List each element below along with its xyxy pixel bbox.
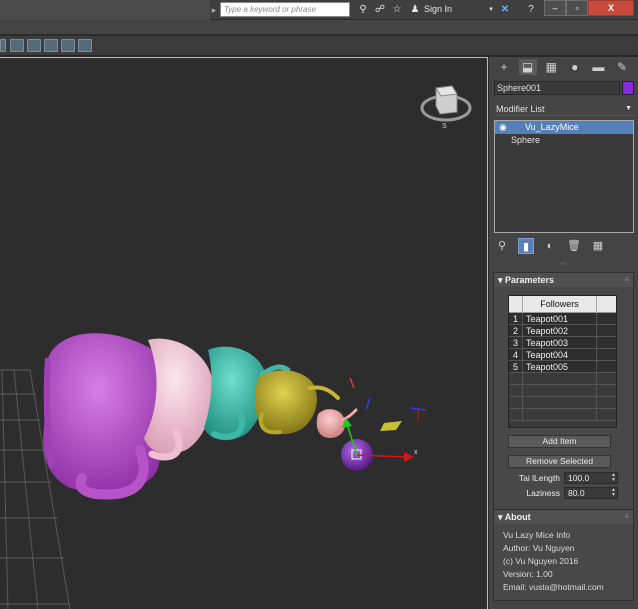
command-panel-tabs: + ⬓ ▦ ● ▬ ✎: [491, 59, 635, 77]
empty-table-row[interactable]: [509, 373, 616, 385]
about-header[interactable]: ▾ About ≡: [494, 510, 633, 524]
secondary-toolbar: [0, 36, 638, 56]
tail-length-spinner[interactable]: 100.0 ▲ ▼: [564, 472, 618, 484]
search-binoculars-icon[interactable]: ⚲: [356, 2, 370, 17]
viewport-scene: S x: [0, 85, 472, 609]
rendered-frame-icon[interactable]: [27, 39, 41, 52]
toolbar-splitter-icon[interactable]: ▸: [210, 2, 218, 18]
signin-dropdown-icon[interactable]: ▾: [484, 2, 498, 17]
help-button[interactable]: ?: [524, 2, 538, 17]
viewcube-south-label: S: [442, 123, 447, 130]
maximize-icon[interactable]: ▫: [566, 0, 588, 16]
about-author: Author: Vu Nguyen: [503, 543, 575, 553]
sign-in-link[interactable]: Sign In: [424, 2, 452, 17]
utilities-icon: ✎: [616, 60, 627, 74]
teapot-purple[interactable]: [43, 333, 167, 500]
spinner-arrows-icon[interactable]: ▲ ▼: [611, 473, 616, 483]
stack-item-label: Vu_LazyMice: [525, 122, 579, 132]
render-setup-icon[interactable]: [10, 39, 24, 52]
motion-tab[interactable]: ●: [566, 59, 584, 75]
exchange-apps-icon[interactable]: ✕: [498, 2, 512, 17]
create-tab[interactable]: +: [495, 59, 513, 75]
toolbar-handle-icon[interactable]: [0, 39, 6, 52]
empty-table-row[interactable]: [509, 385, 616, 397]
add-item-button[interactable]: Add Item: [508, 435, 611, 448]
rollout-collapse-icon: ▾: [498, 275, 506, 285]
table-row[interactable]: 5 Teapot005: [509, 361, 616, 373]
motion-icon: ●: [571, 60, 579, 74]
render-iterative-icon[interactable]: [61, 39, 75, 52]
minimize-icon[interactable]: –: [544, 0, 566, 16]
move-gizmo[interactable]: x: [342, 377, 427, 462]
hierarchy-icon: ▦: [545, 60, 557, 74]
stack-item-sphere[interactable]: Sphere: [495, 134, 633, 147]
title-bar-lead: [0, 0, 210, 20]
chevron-down-icon: ▼: [625, 105, 632, 112]
about-version: Version: 1.00: [503, 569, 553, 579]
spinner-arrows-icon[interactable]: ▲ ▼: [611, 488, 616, 498]
modifier-list-label: Modifier List: [496, 104, 545, 114]
empty-table-row[interactable]: [509, 397, 616, 409]
gizmo-x-label: x: [414, 449, 418, 456]
window-controls: – ▫ X: [544, 0, 638, 16]
about-email: Email: vusta@hotmail.com: [503, 582, 604, 592]
utilities-tab[interactable]: ✎: [613, 59, 631, 75]
display-icon: ▬: [592, 60, 605, 74]
favorites-star-icon[interactable]: ☆: [390, 2, 404, 17]
modifier-stack[interactable]: ◉ Vu_LazyMice Sphere: [494, 120, 634, 233]
render-production-icon[interactable]: [44, 39, 58, 52]
pin-stack-icon[interactable]: ⚲: [494, 238, 510, 254]
about-rollout: ▾ About ≡ Vu Lazy Mice Info Author: Vu N…: [493, 509, 634, 601]
object-color-swatch[interactable]: [622, 81, 634, 95]
rollout-menu-icon[interactable]: ≡: [624, 510, 629, 524]
rollout-menu-icon[interactable]: ≡: [624, 273, 629, 287]
object-name-field[interactable]: Sphere001: [494, 81, 620, 95]
about-title: About: [504, 512, 531, 522]
table-row[interactable]: 3 Teapot003: [509, 337, 616, 349]
render-grid-icon[interactable]: [78, 39, 92, 52]
tail-length-label: Tai lLength: [518, 473, 560, 483]
display-tab[interactable]: ▬: [589, 59, 607, 75]
followers-table[interactable]: Followers 1 Teapot001 2 Teapot002 3 Teap…: [508, 295, 617, 428]
modifier-list-dropdown[interactable]: Modifier List ▼: [494, 102, 634, 116]
communication-center-icon[interactable]: ☍: [373, 2, 387, 17]
table-row[interactable]: 4 Teapot004: [509, 349, 616, 361]
panel-divider: 〰: [559, 261, 567, 268]
make-unique-icon[interactable]: ◐: [542, 238, 558, 254]
eye-icon[interactable]: ◉: [499, 121, 507, 134]
parameters-rollout: ▾ Parameters ≡ Followers 1 Teapot001 2 T…: [493, 272, 634, 510]
help-icon: ?: [528, 4, 534, 15]
main-toolbar: [0, 20, 638, 35]
modify-icon: ⬓: [521, 60, 534, 74]
command-panel: + ⬓ ▦ ● ▬ ✎ Sphere001 Modifier List ▼ ◉ …: [489, 57, 638, 609]
close-window-button[interactable]: X: [588, 0, 634, 16]
followers-header[interactable]: Followers: [523, 296, 597, 312]
perspective-viewport[interactable]: S x: [0, 57, 488, 609]
search-input[interactable]: Type a keyword or phrase: [220, 2, 350, 17]
create-icon: +: [500, 60, 508, 74]
about-copyright: (c) Vu Nguyen 2016: [503, 556, 579, 566]
laziness-spinner[interactable]: 80.0 ▲ ▼: [564, 487, 618, 499]
modify-tab[interactable]: ⬓: [518, 59, 537, 75]
empty-table-row[interactable]: [509, 409, 616, 421]
rollout-collapse-icon: ▾: [498, 512, 505, 522]
parameters-title: Parameters: [505, 275, 555, 285]
show-end-result-icon[interactable]: ▮: [518, 238, 534, 254]
parameters-header[interactable]: ▾ Parameters ≡: [494, 273, 633, 287]
remove-selected-button[interactable]: Remove Selected: [508, 455, 611, 468]
configure-sets-icon[interactable]: ▦: [590, 238, 606, 254]
about-info-title: Vu Lazy Mice Info: [503, 530, 571, 540]
stack-item-vu-lazymice[interactable]: ◉ Vu_LazyMice: [495, 121, 633, 134]
laziness-label: Laziness: [526, 488, 560, 498]
stack-item-label: Sphere: [511, 135, 541, 145]
remove-modifier-icon[interactable]: 🗑: [566, 238, 582, 254]
title-bar: ▸ Type a keyword or phrase ⚲ ☍ ☆ ♟ Sign …: [0, 0, 638, 20]
table-row[interactable]: 2 Teapot002: [509, 325, 616, 337]
hierarchy-tab[interactable]: ▦: [542, 59, 560, 75]
followers-header-row: Followers: [509, 296, 616, 313]
table-row[interactable]: 1 Teapot001: [509, 313, 616, 325]
user-icon[interactable]: ♟: [408, 2, 422, 17]
stack-tools: ⚲ ▮ ◐ 🗑 ▦: [494, 237, 634, 255]
viewcube[interactable]: S: [420, 85, 472, 130]
